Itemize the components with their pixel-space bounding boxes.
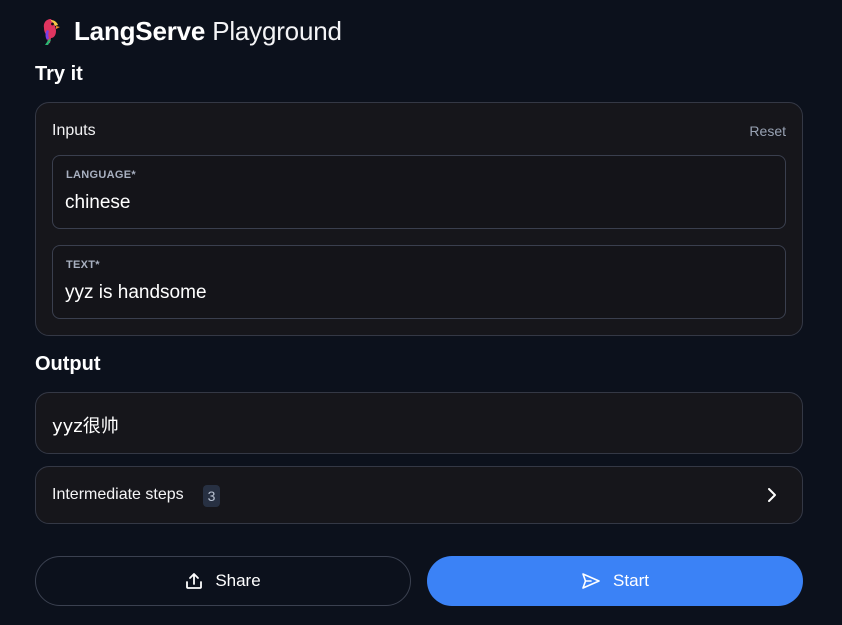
inputs-label: Inputs (52, 122, 96, 139)
share-button[interactable]: Share (35, 556, 411, 606)
chevron-right-icon[interactable] (764, 486, 780, 504)
app-header: LangServe Playground (38, 13, 342, 49)
output-heading: Output (35, 353, 101, 375)
app-title-subtitle: Playground (212, 16, 342, 46)
reset-button[interactable]: Reset (749, 123, 786, 139)
intermediate-steps-toggle[interactable]: Intermediate steps 3 (35, 466, 803, 524)
send-icon (581, 572, 601, 590)
text-field-label: TEXT* (66, 259, 100, 271)
language-field-label: LANGUAGE* (66, 169, 136, 181)
language-input[interactable] (65, 190, 765, 216)
output-value: yyz很帅 (52, 416, 119, 437)
playground-page: LangServe Playground Try it Inputs Reset… (0, 0, 842, 625)
parrot-logo-icon (38, 16, 64, 46)
inputs-card: Inputs Reset LANGUAGE* TEXT* (35, 102, 803, 336)
share-button-label: Share (215, 571, 261, 590)
language-field[interactable]: LANGUAGE* (52, 155, 786, 229)
share-upload-icon (185, 572, 203, 590)
app-title-brand: LangServe (74, 16, 206, 46)
app-title: LangServe Playground (74, 16, 342, 46)
text-field[interactable]: TEXT* (52, 245, 786, 319)
intermediate-steps-count-badge: 3 (203, 485, 220, 507)
try-it-heading: Try it (35, 63, 83, 85)
text-input[interactable] (65, 280, 765, 306)
start-button[interactable]: Start (427, 556, 803, 606)
start-button-label: Start (613, 571, 649, 590)
intermediate-steps-label: Intermediate steps (52, 486, 184, 503)
output-box: yyz很帅 (35, 392, 803, 454)
